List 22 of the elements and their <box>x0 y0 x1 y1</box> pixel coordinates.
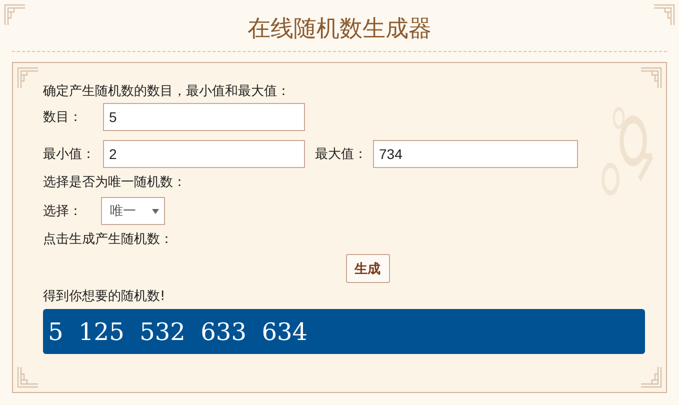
result-output: 5 125 532 633 634 <box>43 309 645 354</box>
corner-ornament-icon <box>640 366 662 388</box>
field-label: 选择： <box>43 203 83 220</box>
instruction-text: 确定产生随机数的数目，最小值和最大值： <box>43 83 291 100</box>
page-title: 在线随机数生成器 <box>12 0 667 52</box>
field-label: 数目： <box>43 109 83 126</box>
generate-button[interactable]: 生成 <box>346 254 390 283</box>
field-label: 最大值： <box>315 146 368 163</box>
instruction-text: 选择是否为唯一随机数： <box>43 174 187 191</box>
result-label: 得到你想要的随机数! <box>43 288 166 305</box>
field-label: 最小值： <box>43 146 96 163</box>
corner-ornament-icon <box>17 366 39 388</box>
corner-ornament-icon <box>640 67 662 89</box>
min-input[interactable]: 2 <box>103 140 305 168</box>
count-input[interactable]: 5 <box>103 103 305 131</box>
corner-ornament-icon <box>653 4 675 26</box>
corner-ornament-icon <box>4 4 26 26</box>
corner-ornament-icon <box>17 67 39 89</box>
unique-select[interactable]: 唯一 <box>101 197 165 225</box>
max-input[interactable]: 734 <box>373 140 578 168</box>
instruction-text: 点击生成产生随机数： <box>43 231 174 248</box>
dropdown-arrow-icon <box>152 208 159 214</box>
